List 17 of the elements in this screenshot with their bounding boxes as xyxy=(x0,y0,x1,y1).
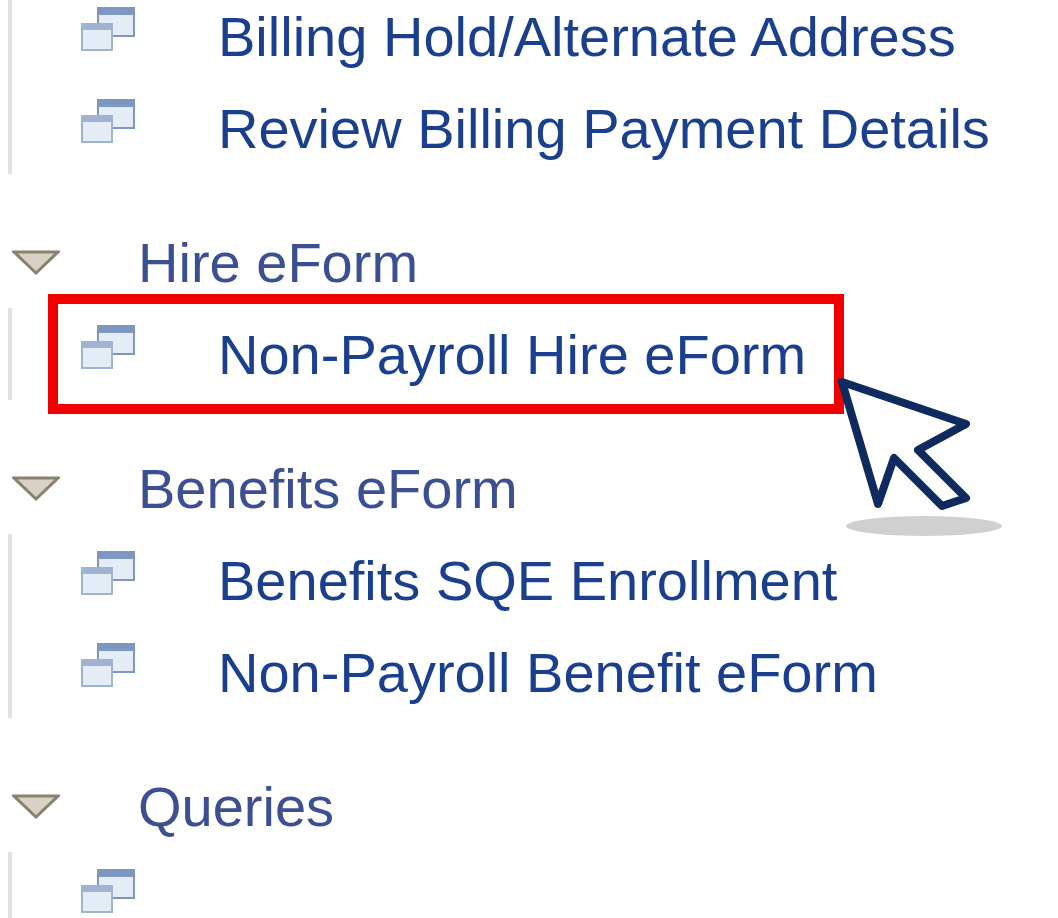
menu-item[interactable]: Billing Hold/Alternate Address xyxy=(62,0,980,82)
folder-label[interactable]: Benefits eForm xyxy=(138,455,518,521)
triangle-icon[interactable] xyxy=(12,249,60,275)
menu-item[interactable]: Review Billing Payment Details xyxy=(62,82,1014,174)
windows-icon xyxy=(80,6,136,52)
menu-item[interactable]: Benefits SQE Enrollment xyxy=(62,534,862,626)
windows-icon xyxy=(80,98,136,144)
windows-icon xyxy=(80,550,136,596)
triangle-icon[interactable] xyxy=(12,475,60,501)
folder-label[interactable]: Hire eForm xyxy=(138,229,419,295)
menu-item[interactable]: Non-Payroll Benefit eForm xyxy=(62,626,902,718)
folder-label[interactable]: Queries xyxy=(138,773,335,839)
windows-icon xyxy=(80,868,136,914)
triangle-icon[interactable] xyxy=(12,793,60,819)
windows-icon xyxy=(80,642,136,688)
menu-item[interactable]: Non-Payroll Hire eForm xyxy=(62,308,831,400)
windows-icon xyxy=(80,324,136,370)
